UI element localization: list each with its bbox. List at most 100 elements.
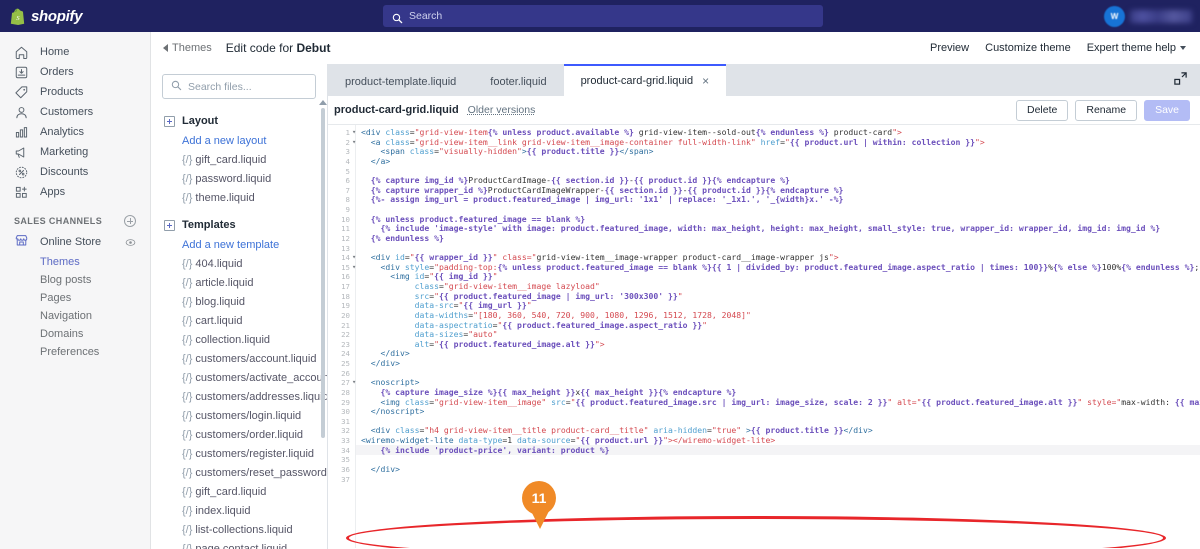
rename-button[interactable]: Rename: [1075, 99, 1138, 121]
breadcrumb[interactable]: Themes: [163, 42, 212, 54]
sidebar-item-online-store[interactable]: Online Store: [0, 231, 150, 253]
delete-button[interactable]: Delete: [1016, 99, 1069, 121]
sidebar-item-analytics[interactable]: Analytics: [0, 122, 150, 142]
fold-marker-icon[interactable]: ▾: [352, 128, 356, 138]
file-item[interactable]: {/} article.liquid: [151, 273, 327, 292]
file-item[interactable]: {/} index.liquid: [151, 501, 327, 520]
sidebar-item-marketing[interactable]: Marketing: [0, 142, 150, 162]
code-line[interactable]: 11 {% include 'image-style' with image: …: [328, 223, 1200, 234]
line-number: 19: [341, 301, 350, 311]
account-menu[interactable]: W: [1104, 4, 1192, 28]
line-number: 8: [345, 195, 350, 205]
file-item[interactable]: {/} collection.liquid: [151, 330, 327, 349]
save-button[interactable]: Save: [1144, 99, 1190, 121]
sidebar-item-preferences[interactable]: Preferences: [0, 343, 150, 361]
add-new-layout-link[interactable]: Add a new layout: [151, 131, 327, 150]
older-versions-link[interactable]: Older versions: [468, 104, 536, 116]
line-number: 9: [345, 205, 350, 214]
sidebar-item-domains[interactable]: Domains: [0, 325, 150, 343]
add-new-template-link[interactable]: Add a new template: [151, 235, 327, 254]
file-item[interactable]: {/} list-collections.liquid: [151, 520, 327, 539]
sidebar-item-home[interactable]: Home: [0, 42, 150, 62]
code-line[interactable]: 29 <img class="grid-view-item__image" sr…: [328, 397, 1200, 408]
line-number: 23: [341, 339, 350, 349]
code-line[interactable]: 12 {% endunless %}: [328, 233, 1200, 244]
sidebar-item-products[interactable]: Products: [0, 82, 150, 102]
code-line[interactable]: 24 </div>: [328, 349, 1200, 359]
file-item-label: 404.liquid: [195, 257, 243, 270]
file-item-label: password.liquid: [195, 172, 272, 185]
code-line[interactable]: 37: [328, 475, 1200, 485]
apps-grid-icon: [14, 185, 29, 200]
code-scroll-area[interactable]: 1 ▾ <div class="grid-view-item{% unless pr…: [328, 125, 1200, 548]
sidebar-item-blog-posts[interactable]: Blog posts: [0, 271, 150, 289]
code-line[interactable]: 25 </div>: [328, 358, 1200, 369]
expert-theme-help-label: Expert theme help: [1086, 42, 1176, 54]
code-line[interactable]: 26: [328, 369, 1200, 379]
tab-footer[interactable]: footer.liquid: [473, 68, 563, 96]
file-item[interactable]: {/} password.liquid: [151, 169, 327, 188]
global-search-input[interactable]: Search: [383, 5, 823, 27]
customize-theme-button[interactable]: Customize theme: [985, 42, 1071, 54]
sidebar-item-themes[interactable]: Themes: [0, 253, 150, 271]
file-pane-scrollbar[interactable]: [321, 108, 325, 438]
code-line[interactable]: 34 {% include 'product-price', variant: …: [328, 445, 1200, 456]
file-item[interactable]: {/} gift_card.liquid: [151, 482, 327, 501]
file-group-layout[interactable]: Layout: [151, 111, 327, 131]
file-item[interactable]: {/}customers/activate_account.liquid: [151, 368, 327, 387]
liquid-file-icon: {/}: [182, 390, 193, 403]
code-content[interactable]: 1 ▾ <div class="grid-view-item{% unless pr…: [328, 125, 1200, 548]
file-item[interactable]: {/} cart.liquid: [151, 311, 327, 330]
preview-button[interactable]: Preview: [930, 42, 969, 54]
line-number: 24: [341, 349, 350, 359]
file-search-input[interactable]: Search files...: [162, 74, 316, 99]
line-number: 6: [345, 176, 350, 186]
close-icon[interactable]: ×: [702, 75, 709, 87]
file-item[interactable]: {/} customers/order.liquid: [151, 425, 327, 444]
line-number: 1: [345, 128, 350, 137]
fold-marker-icon[interactable]: ▾: [352, 378, 356, 388]
file-item[interactable]: {/} theme.liquid: [151, 188, 327, 207]
sidebar-item-discounts[interactable]: Discounts: [0, 162, 150, 182]
code-line[interactable]: 3 <span class="visually-hidden">{{ produ…: [328, 146, 1200, 157]
expert-theme-help-button[interactable]: Expert theme help: [1087, 42, 1186, 54]
main-sidebar: Home Orders Products Customers Analytics: [0, 32, 151, 549]
file-item[interactable]: {/} page.contact.liquid: [151, 539, 327, 549]
file-item[interactable]: {/} 404.liquid: [151, 254, 327, 273]
code-line[interactable]: 4 </a>: [328, 156, 1200, 167]
sidebar-item-navigation[interactable]: Navigation: [0, 307, 150, 325]
code-line[interactable]: 30 </noscript>: [328, 406, 1200, 417]
file-item-label: blog.liquid: [195, 295, 245, 308]
code-line[interactable]: 36 </div>: [328, 464, 1200, 475]
fold-marker-icon[interactable]: ▾: [352, 138, 356, 148]
file-item[interactable]: {/} customers/register.liquid: [151, 444, 327, 463]
orders-inbox-icon: [14, 65, 29, 80]
code-line[interactable]: 8 {%- assign img_url = product.featured_…: [328, 195, 1200, 205]
expand-fullscreen-icon[interactable]: [1173, 71, 1188, 86]
sidebar-subitem-label: Blog posts: [40, 274, 92, 286]
sidebar-item-customers[interactable]: Customers: [0, 102, 150, 122]
eye-icon[interactable]: [125, 237, 136, 248]
file-pane-scroll-up-arrow[interactable]: [319, 100, 327, 105]
fold-marker-icon[interactable]: ▾: [352, 263, 356, 273]
sidebar-item-pages[interactable]: Pages: [0, 289, 150, 307]
file-item[interactable]: {/} gift_card.liquid: [151, 150, 327, 169]
liquid-file-icon: {/}: [182, 333, 193, 346]
tab-product-template[interactable]: product-template.liquid: [328, 68, 473, 96]
sidebar-item-label: Home: [40, 45, 70, 58]
sidebar-item-apps[interactable]: Apps: [0, 182, 150, 202]
line-number: 12: [341, 233, 350, 243]
file-item[interactable]: {/} customers/account.liquid: [151, 349, 327, 368]
tab-product-card-grid[interactable]: product-card-grid.liquid ×: [563, 64, 727, 96]
file-item[interactable]: {/} customers/login.liquid: [151, 406, 327, 425]
file-item[interactable]: {/} customers/addresses.liquid: [151, 387, 327, 406]
add-sales-channel-icon[interactable]: [124, 215, 136, 227]
sidebar-item-orders[interactable]: Orders: [0, 62, 150, 82]
shopify-brand[interactable]: S shopify: [0, 8, 130, 25]
file-group-templates[interactable]: Templates: [151, 215, 327, 235]
fold-marker-icon[interactable]: ▾: [352, 253, 356, 263]
code-line[interactable]: 35: [328, 455, 1200, 465]
code-line[interactable]: 23 alt="{{ product.featured_image.alt }}…: [328, 339, 1200, 350]
file-item[interactable]: {/} blog.liquid: [151, 292, 327, 311]
file-item[interactable]: {/}customers/reset_password.liquid: [151, 463, 327, 482]
